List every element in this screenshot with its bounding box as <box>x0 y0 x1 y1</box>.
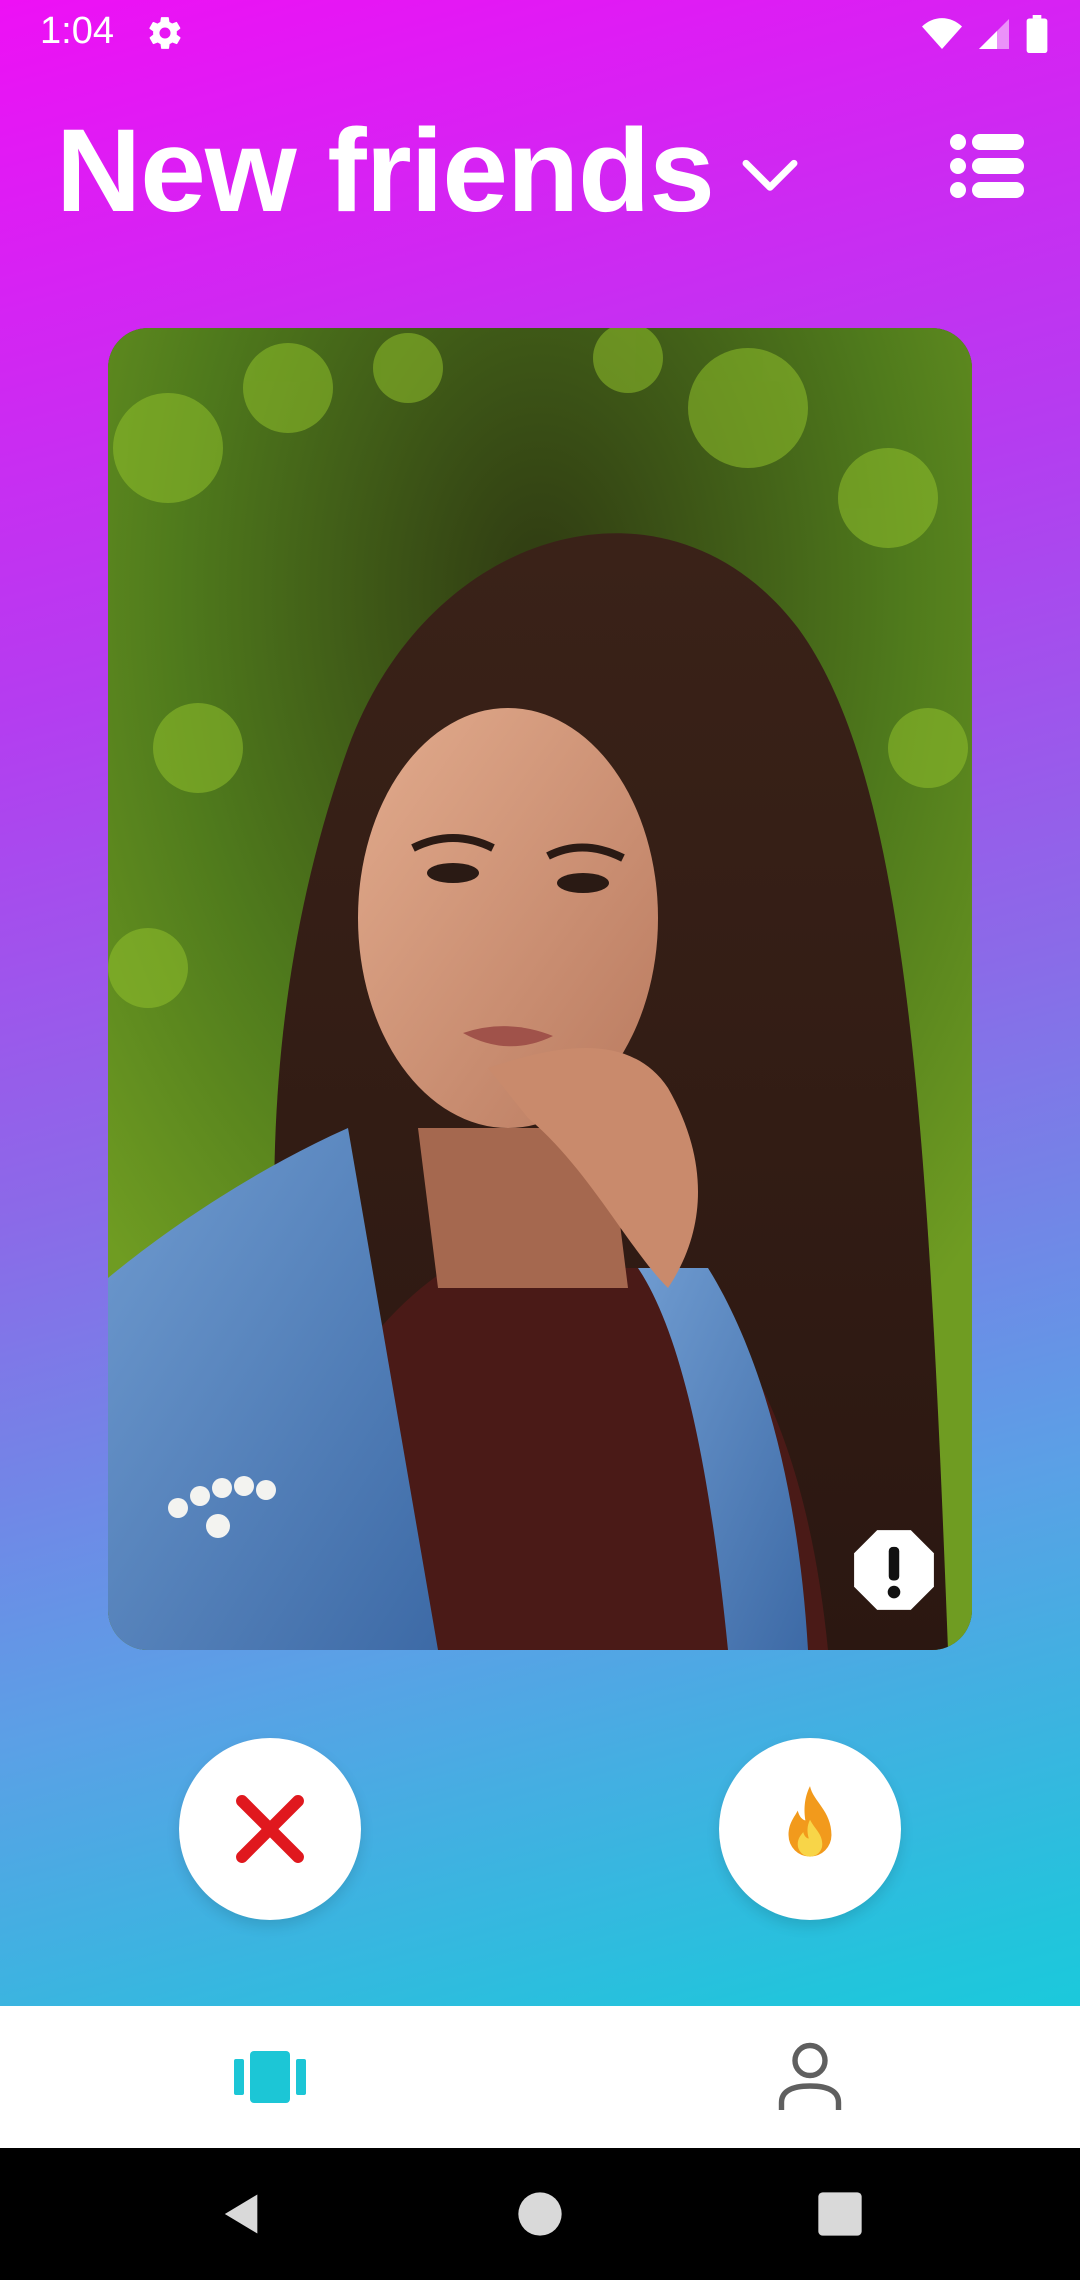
feed-selector[interactable]: New friends <box>56 112 802 230</box>
tab-cards[interactable] <box>0 2006 540 2148</box>
status-icons <box>922 14 1048 54</box>
profile-card[interactable] <box>108 328 972 1650</box>
flame-icon <box>788 1786 832 1857</box>
recents-icon[interactable] <box>814 2188 866 2240</box>
header: New friends <box>0 100 1080 240</box>
cards-icon <box>234 2051 306 2103</box>
chevron-down-icon[interactable] <box>738 142 802 206</box>
battery-icon <box>1026 15 1048 53</box>
tab-profile[interactable] <box>540 2006 1080 2148</box>
back-icon[interactable] <box>214 2188 266 2240</box>
wifi-icon <box>922 18 962 49</box>
page-title: New friends <box>56 105 715 237</box>
dislike-button[interactable] <box>179 1738 361 1920</box>
list-icon[interactable] <box>948 126 1028 206</box>
gear-icon <box>149 17 181 49</box>
signal-icon <box>979 19 1009 49</box>
person-icon <box>778 2042 842 2110</box>
like-button[interactable] <box>719 1738 901 1920</box>
x-icon <box>236 1795 304 1863</box>
exclamation-icon[interactable] <box>852 1528 936 1612</box>
bottom-nav <box>0 2006 1080 2148</box>
home-icon[interactable] <box>514 2188 566 2240</box>
status-time: 1:04 <box>40 10 114 52</box>
system-nav-bar <box>0 2148 1080 2280</box>
profile-photo <box>108 328 972 1650</box>
status-bar: 1:04 <box>0 0 1080 70</box>
